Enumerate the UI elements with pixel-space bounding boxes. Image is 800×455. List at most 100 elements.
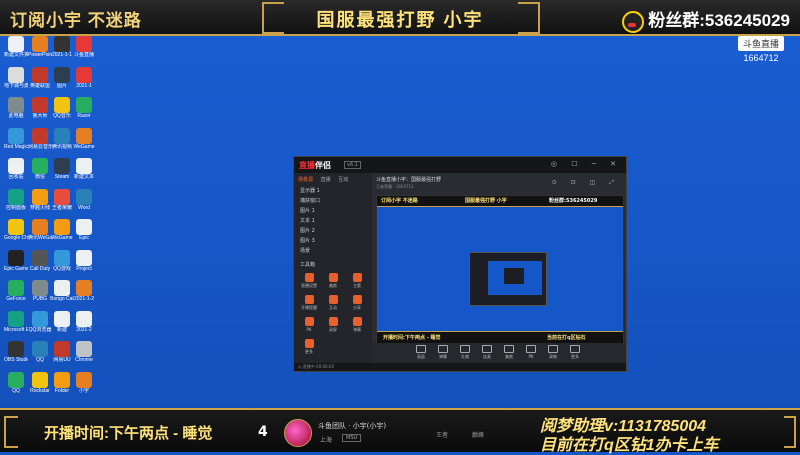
desktop-icon[interactable]: PowerPoint — [28, 36, 52, 58]
tool-button[interactable]: 主题 — [346, 273, 368, 289]
app-icon — [76, 249, 92, 266]
desktop-icon[interactable]: 新建文件夹 — [4, 36, 28, 58]
desktop-icon[interactable]: 2021-1-1 — [50, 36, 74, 58]
footer-tool-button[interactable]: 连麦 — [478, 345, 496, 360]
app-icon — [76, 97, 92, 113]
footer-tool-label: 美颜 — [505, 354, 513, 359]
desktop-icon[interactable]: QQ浏览器 — [28, 310, 52, 333]
desktop-icon[interactable]: Epic Games — [4, 249, 28, 272]
desktop-icon-label: 新建文本 — [73, 174, 94, 180]
desktop-icon[interactable]: 此电脑 — [4, 97, 28, 119]
tool-button[interactable]: 互动 — [322, 295, 344, 311]
scene-item[interactable]: 显示器 1 — [294, 186, 372, 196]
tool-button[interactable]: 录屏 — [322, 317, 344, 333]
desktop-icon[interactable]: Call Duty — [28, 249, 52, 272]
desktop-icon-label: Microsoft Edge — [4, 326, 28, 333]
window-controls[interactable]: ◎ ☐ ─ ✕ — [551, 160, 622, 168]
desktop-icon[interactable]: Microsoft Edge — [4, 310, 28, 333]
footer-tool-icon — [460, 345, 470, 353]
desktop-icon[interactable]: Folder — [50, 371, 74, 394]
desktop-icon[interactable]: 英雄联盟 — [28, 66, 52, 89]
desktop-icon[interactable]: 2021-1 — [72, 66, 96, 89]
scene-item[interactable]: 图片 1 — [294, 206, 372, 216]
desktop-icon[interactable]: WeGame — [72, 127, 96, 150]
footer-tool-button[interactable]: 弹幕 — [434, 345, 452, 360]
desktop-icon[interactable]: 2021-1-2 — [72, 280, 96, 302]
desktop-icon[interactable]: Google Chrome — [4, 219, 28, 241]
scene-item[interactable]: 文本 1 — [294, 216, 372, 226]
desktop-icon[interactable]: Chrome — [72, 341, 96, 363]
desktop-icon[interactable]: 腾讯视频 — [50, 127, 74, 150]
desktop-icon[interactable]: 腾讯WeGame — [28, 219, 52, 241]
footer-tool-button[interactable]: 画面 — [412, 345, 430, 360]
desktop-icon[interactable]: 图片 — [50, 66, 74, 89]
scene-item[interactable]: 图片 2 — [294, 226, 372, 236]
desktop-icon[interactable]: 穿越火线 — [28, 188, 52, 211]
desktop-icon[interactable]: WeGame — [50, 219, 74, 241]
tool-button[interactable]: 美颜 — [322, 273, 344, 289]
desktop-icon[interactable]: 小宇 — [72, 371, 96, 394]
tool-button[interactable]: PK — [298, 317, 320, 332]
desktop-icon-label: 图片 — [56, 82, 67, 89]
app-icon — [8, 97, 24, 113]
tab-live[interactable]: 直播 — [321, 177, 331, 183]
footer-tool-button[interactable]: 更多 — [566, 345, 584, 360]
desktop-icon[interactable]: 地下城与勇士 — [4, 66, 28, 89]
desktop-icon[interactable]: 斗鱼直播 — [72, 36, 96, 58]
window-titlebar[interactable]: 直播伴侣 v6.1 ◎ ☐ ─ ✕ — [294, 157, 626, 173]
footer-tool-button[interactable]: 美颜 — [500, 345, 518, 360]
desktop-icon[interactable]: 网易云音乐 — [28, 127, 52, 150]
tool-button[interactable]: 开播提醒 — [298, 295, 320, 311]
desktop-icon-label: WeGame — [51, 235, 73, 241]
desktop-icon[interactable]: GeForce — [4, 280, 28, 302]
scene-item[interactable]: 图片 3 — [294, 236, 372, 246]
desktop-icon[interactable]: QQ游戏 — [50, 249, 74, 272]
tool-label: 弹幕 — [353, 327, 361, 332]
streaming-app-window[interactable]: 直播伴侣 v6.1 ◎ ☐ ─ ✕ 场景源 直播 互动 显示器 1 捕获窗口 图… — [293, 156, 627, 372]
desktop-icon[interactable]: Razer — [72, 97, 96, 119]
footer-tool-button[interactable]: 录制 — [544, 345, 562, 360]
desktop-icon[interactable]: 鲁大师 — [28, 97, 52, 119]
desktop-icon-label: 腾讯WeGame — [28, 235, 52, 241]
desktop-icon[interactable]: QQ音乐 — [50, 97, 74, 119]
desktop-icon[interactable]: 新建文本 — [72, 158, 96, 180]
desktop-icon[interactable]: 控制面板 — [4, 188, 28, 211]
desktop-icon[interactable]: Epic — [72, 219, 96, 241]
desktop-icon[interactable]: 王者荣耀 — [50, 188, 74, 211]
footer-tool-button[interactable]: PK — [522, 345, 540, 359]
footer-tool-button[interactable]: 礼物 — [456, 345, 474, 360]
scene-item[interactable]: 场景 — [294, 246, 372, 256]
desktop-icon-label: 鲁大师 — [32, 113, 48, 119]
desktop-icon[interactable]: 网易UU — [50, 341, 74, 363]
desktop-icon[interactable]: Rockstar — [28, 371, 52, 394]
desktop-icon[interactable]: Project — [72, 249, 96, 272]
desktop-icon[interactable]: QQ — [4, 371, 28, 394]
desktop-icon[interactable]: Bongo Cat — [50, 280, 74, 302]
desktop-icon[interactable]: 回收站 — [4, 158, 28, 180]
desktop-icon-label: Call Duty — [29, 265, 51, 272]
tool-label: 直播设置 — [301, 283, 317, 288]
tool-button[interactable]: 分享 — [346, 295, 368, 311]
tab-interact[interactable]: 互动 — [338, 177, 348, 183]
desktop-icon[interactable]: Red Magic — [4, 127, 28, 150]
desktop-icon-label: 2021-1-2 — [73, 296, 94, 302]
desktop-icon[interactable]: Steam — [50, 158, 74, 180]
tool-button[interactable]: 更多 — [298, 339, 320, 355]
fan-group-info: 粉丝群:536245029 — [622, 6, 790, 33]
desktop-icon-label: QQ游戏 — [53, 265, 71, 272]
desktop-icon[interactable]: 新建 — [50, 310, 74, 333]
preview-top-center: 国服最强打野 小宇 — [465, 198, 507, 204]
tool-button[interactable]: 弹幕 — [346, 317, 368, 333]
tab-scene-sources[interactable]: 场景源 — [298, 177, 313, 183]
desktop-icon-label: Folder — [54, 387, 70, 394]
tool-icon — [328, 273, 338, 282]
panel-top-icons[interactable]: ⊙ ⊡ ◫ ⤢ — [552, 179, 620, 187]
desktop-icon[interactable]: 2021-2 — [72, 310, 96, 333]
desktop-icon[interactable]: Word — [72, 188, 96, 211]
desktop-icon[interactable]: 微信 — [28, 158, 52, 180]
tool-button[interactable]: 直播设置 — [298, 273, 320, 289]
desktop-icon[interactable]: QQ — [28, 341, 52, 363]
desktop-icon[interactable]: PUBG — [28, 280, 52, 302]
desktop-icon[interactable]: OBS Studio — [4, 341, 28, 363]
scene-item[interactable]: 捕获窗口 — [294, 196, 372, 206]
